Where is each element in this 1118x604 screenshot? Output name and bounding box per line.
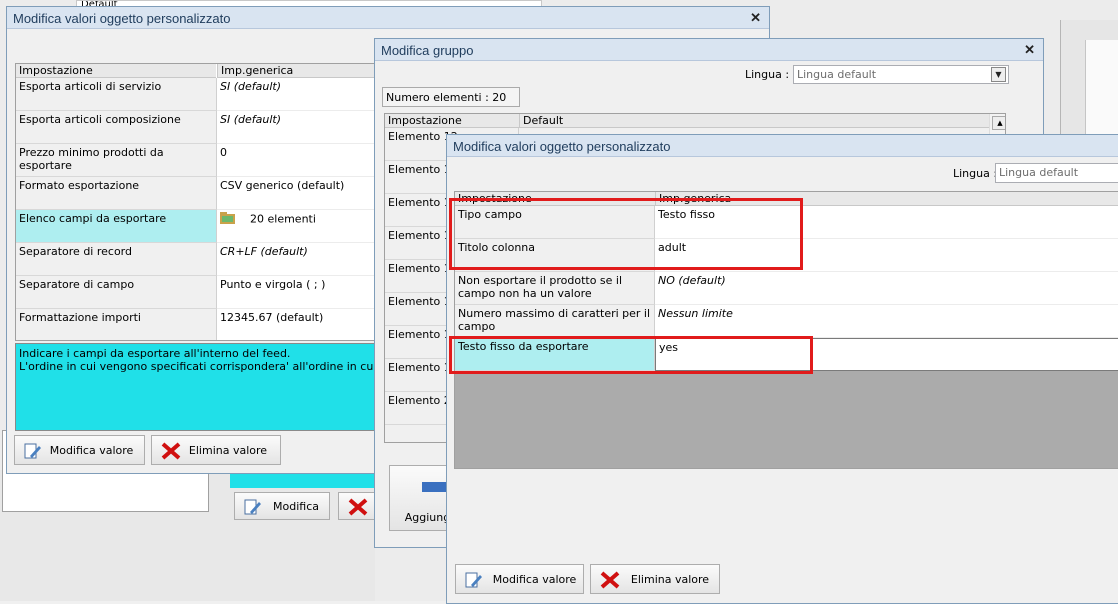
row-value: 12345.67 (default) [220,311,324,324]
row-label: Formato esportazione [19,179,140,192]
row-label: Esporta articoli di servizio [19,80,162,93]
row-label: Numero massimo di caratteri per il campo [458,307,651,333]
table-row-label[interactable]: Formattazione importi [16,309,217,340]
delete-icon [599,570,621,593]
element-count-box: Numero elementi : 20 [382,87,520,107]
table-row-label[interactable]: Prezzo minimo prodotti da esportare [16,144,217,177]
lingua-select[interactable]: Lingua default [995,163,1118,183]
row-label: Non esportare il prodotto se il campo no… [458,274,623,300]
table-row-value[interactable]: CR+LF (default) [217,243,378,276]
delete-value-button[interactable]: Elimina valore [151,435,281,465]
close-icon[interactable]: ✕ [1024,42,1035,58]
row-label: Separatore di record [19,245,132,258]
delete-value-button-label: Elimina valore [188,443,268,457]
edit-value-button-label: Modifica valore [492,572,577,586]
window-2-titlebar: Modifica gruppo ✕ [375,39,1043,61]
description-line: L'ordine in cui vengono specificati corr… [19,360,378,373]
table-row-value[interactable]: NO (default) [655,272,1118,305]
edit-icon [243,498,263,519]
table-row-label[interactable]: Esporta articoli di servizio [16,78,217,111]
header-label: Imp.generica [221,64,294,77]
window-2-title: Modifica gruppo [381,43,474,58]
row-label: Prezzo minimo prodotti da esportare [19,146,164,172]
edit-value-button-label: Modifica valore [49,443,134,457]
row-value: Nessun limite [658,307,733,320]
edit-icon [23,442,43,463]
table-row-value[interactable]: 0 [217,144,378,177]
table-row-value[interactable]: Nessun limite [655,305,1118,338]
table-row-label[interactable]: Esporta articoli composizione [16,111,217,144]
delete-icon [347,497,369,520]
element-count: Numero elementi : 20 [386,91,507,104]
row-label: Elenco campi da esportare [19,212,167,225]
highlight-box-top [449,198,803,270]
row-label: Separatore di campo [19,278,135,291]
row-label: Esporta articoli composizione [19,113,181,126]
window-1-titlebar: Modifica valori oggetto personalizzato ✕ [7,7,769,29]
group-header-default: Default [519,114,989,128]
group-header-impostazione: Impostazione [385,114,519,128]
folder-icon [220,212,236,227]
header-label: Impostazione [19,64,93,77]
table-row-label-selected[interactable]: Elenco campi da esportare [16,210,217,243]
row-value: CSV generico (default) [220,179,345,192]
table-row-value[interactable]: SI (default) [217,78,378,111]
row-value: NO (default) [658,274,726,287]
lingua-select[interactable]: Lingua default ▼ [793,65,1009,84]
table-row-value[interactable]: Punto e virgola ( ; ) [217,276,378,309]
table-row-value[interactable]: SI (default) [217,111,378,144]
lingua-label: Lingua : [953,167,998,180]
window-1-title: Modifica valori oggetto personalizzato [13,11,231,26]
row-value: 0 [220,146,227,159]
description-panel: Indicare i campi da esportare all'intern… [15,343,379,431]
row-value: CR+LF (default) [220,245,308,258]
table-row-value[interactable]: CSV generico (default) [217,177,378,210]
window-3-titlebar: Modifica valori oggetto personalizzato [447,135,1118,157]
header-label: Default [523,114,564,127]
edit-value-button[interactable]: Modifica valore [14,435,145,465]
lingua-select-value: Lingua default [797,68,877,81]
window-1-header-imp-generica: Imp.generica [217,64,378,78]
table-row-label[interactable]: Numero massimo di caratteri per il campo [455,305,655,338]
table-row-label[interactable]: Formato esportazione [16,177,217,210]
background-delete-button[interactable] [338,492,378,520]
row-value: SI (default) [220,113,282,126]
window-1-header-impostazione: Impostazione [16,64,216,78]
edit-icon [464,571,484,592]
delete-value-button[interactable]: Elimina valore [590,564,720,594]
row-label: Formattazione importi [19,311,141,324]
chevron-down-icon: ▼ [991,67,1006,82]
lingua-select-value: Lingua default [999,166,1079,179]
scroll-up-icon[interactable]: ▲ [992,116,1005,130]
window-3-title: Modifica valori oggetto personalizzato [453,139,671,154]
table-row-label[interactable]: Non esportare il prodotto se il campo no… [455,272,655,305]
delete-icon [160,441,182,464]
table-row-label[interactable]: Separatore di record [16,243,217,276]
window-1-settings-grid: Impostazione Imp.generica Esporta artico… [15,63,379,341]
lingua-label: Lingua : [745,68,790,81]
close-icon[interactable]: ✕ [750,10,761,26]
background-edit-button[interactable]: Modifica [234,492,330,520]
delete-value-button-label: Elimina valore [630,572,710,586]
header-label: Impostazione [388,114,462,127]
description-line: Indicare i campi da esportare all'intern… [19,347,291,360]
table-row-label[interactable]: Separatore di campo [16,276,217,309]
row-value: 20 elementi [250,212,316,226]
row-value: Punto e virgola ( ; ) [220,278,326,291]
table-row-value[interactable]: 12345.67 (default) [217,309,378,340]
edit-value-button[interactable]: Modifica valore [455,564,584,594]
background-edit-button-label: Modifica [273,499,319,513]
row-value: SI (default) [220,80,282,93]
table-row-value[interactable]: 20 elementi [217,210,378,243]
highlight-box-bottom [449,336,813,374]
add-button[interactable]: Aggiungi [389,465,453,531]
